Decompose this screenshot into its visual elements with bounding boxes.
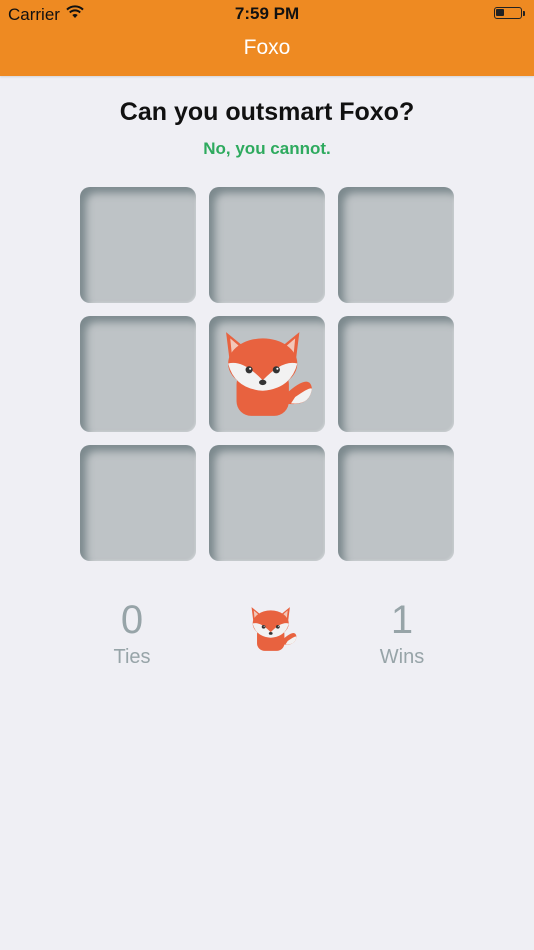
- ties-label: Ties: [113, 646, 151, 668]
- board-cell[interactable]: [338, 316, 454, 432]
- wins-label: Wins: [379, 646, 425, 668]
- status-time: 7:59 PM: [234, 4, 300, 23]
- board-cell[interactable]: [209, 187, 325, 303]
- game-board: [80, 187, 454, 561]
- fox-mascot-icon: [251, 607, 297, 651]
- board-cell[interactable]: [80, 316, 196, 432]
- ties-count: 0: [120, 598, 144, 642]
- board-cell[interactable]: [80, 445, 196, 561]
- board-cell[interactable]: [209, 316, 325, 432]
- board-cell[interactable]: [338, 445, 454, 561]
- ties-score: 0 Ties: [72, 598, 192, 669]
- battery-level: [496, 9, 504, 16]
- status-bar: Carrier 7:59 PM: [0, 0, 534, 28]
- wins-count: 1: [390, 598, 414, 642]
- board-cell[interactable]: [80, 187, 196, 303]
- wins-score: 1 Wins: [342, 598, 462, 669]
- fox-icon: [226, 332, 312, 416]
- game-result: No, you cannot.: [203, 139, 331, 158]
- battery-icon: [494, 7, 525, 19]
- board-cell[interactable]: [209, 445, 325, 561]
- nav-title: Foxo: [243, 36, 291, 59]
- game-headline: Can you outsmart Foxo?: [119, 98, 415, 126]
- nav-bar: Carrier 7:59 PM Foxo: [0, 0, 534, 76]
- board-cell[interactable]: [338, 187, 454, 303]
